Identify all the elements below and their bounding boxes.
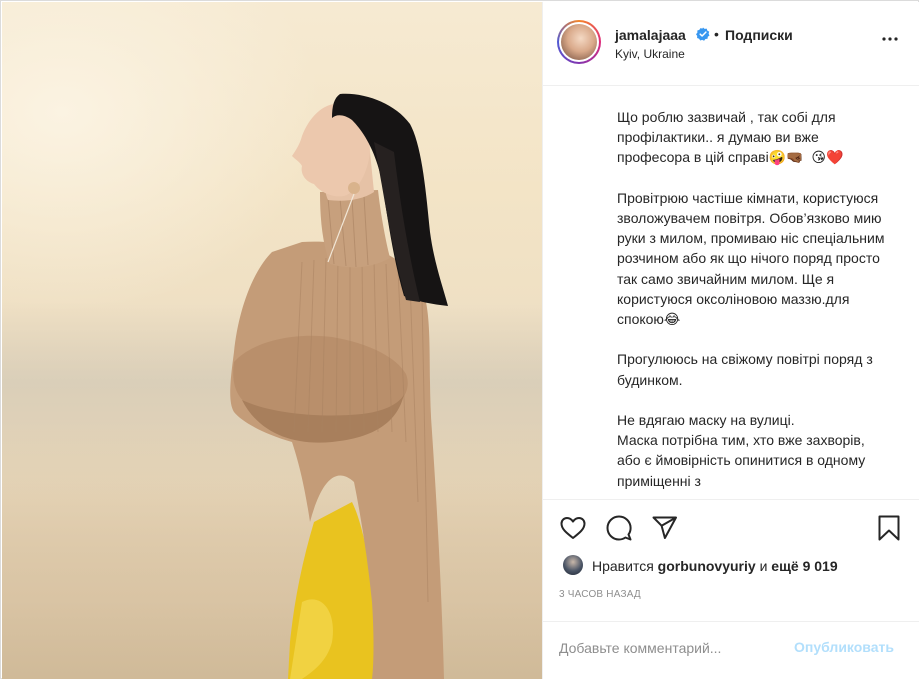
post-header: jamalajaaa • Подписки Kyiv, Ukraine <box>543 2 919 86</box>
post-photo[interactable] <box>2 2 542 679</box>
author-avatar-image <box>561 24 597 60</box>
post-actions-bar <box>543 501 919 557</box>
share-icon[interactable] <box>652 516 678 540</box>
header-separator: • <box>714 26 719 42</box>
likes-prefix: Нравится <box>592 558 654 574</box>
author-avatar[interactable] <box>557 20 601 64</box>
author-username[interactable]: jamalajaaa <box>615 27 686 43</box>
bookmark-icon[interactable] <box>877 515 901 541</box>
post-side-panel: jamalajaaa • Подписки Kyiv, Ukraine Що р… <box>542 2 919 679</box>
comment-icon[interactable] <box>606 515 632 541</box>
woman-figure-illustration <box>230 93 448 679</box>
liker-username[interactable]: gorbunovyuriy <box>658 558 756 574</box>
post-caption-text: Що роблю зазвичай , так собі для профіла… <box>617 109 885 489</box>
comment-bar: Опубликовать <box>543 621 919 678</box>
likes-summary: Нравится gorbunovyuriy и ещё 9 019 <box>563 555 903 577</box>
liker-avatar[interactable] <box>563 555 583 575</box>
post-dialog: jamalajaaa • Подписки Kyiv, Ukraine Що р… <box>0 0 919 679</box>
likes-count-link[interactable]: ещё 9 019 <box>771 558 837 574</box>
post-location[interactable]: Kyiv, Ukraine <box>615 47 685 61</box>
comment-input[interactable] <box>559 634 789 662</box>
verified-badge-icon <box>696 27 710 41</box>
post-timestamp[interactable]: 3 часов назад <box>559 589 641 600</box>
more-options-icon[interactable] <box>881 36 899 42</box>
publish-button[interactable]: Опубликовать <box>794 639 894 655</box>
following-button[interactable]: Подписки <box>725 27 793 43</box>
likes-conjunction: и <box>759 558 768 574</box>
likes-text: Нравится gorbunovyuriy и ещё 9 019 <box>592 558 838 574</box>
post-caption-area: Що роблю зазвичай , так собі для профіла… <box>543 87 919 500</box>
heart-icon[interactable] <box>560 516 586 540</box>
